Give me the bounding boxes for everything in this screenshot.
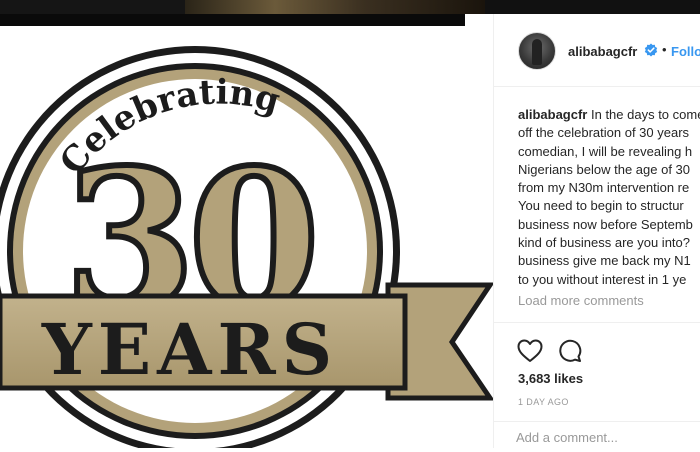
comment-icon[interactable] [558,339,582,363]
post-actions: 3,683 likes 1 DAY AGO [494,322,700,448]
follow-button[interactable]: Follow [671,44,700,59]
caption-line: You need to begin to structur [518,198,684,214]
years-text: YEARS [41,308,338,391]
username-link[interactable]: alibabagcfr [568,44,637,59]
post-image[interactable]: Celebrating 30 YEARS [0,26,493,448]
strip-right [485,0,700,14]
caption-line: from my N30m intervention re [518,180,690,196]
caption-line: business give me back my N1 [518,253,691,269]
caption-line: Nigerians below the age of 30 [518,161,691,177]
anniversary-seal-graphic: Celebrating 30 YEARS [0,46,493,448]
caption-line: comedian, I will be revealing h [518,143,693,159]
verified-badge-icon [644,43,658,57]
heart-icon[interactable] [517,339,543,363]
likes-count[interactable]: 3,683 likes [518,371,583,386]
caption-line: alibabagcfr In the days to come [518,106,700,124]
caption-line: kind of business are you into? [518,235,690,251]
separator-dot: • [662,42,667,57]
strip-middle [185,0,485,14]
post-caption: alibabagcfr In the days to come off the … [518,106,700,289]
add-comment-area [494,421,700,452]
comment-input[interactable] [516,430,696,445]
load-more-comments-link[interactable]: Load more comments [518,293,644,308]
caption-text: In the days to come [590,107,700,122]
post-header: alibabagcfr • Follow [494,14,700,87]
post-sidepanel: alibabagcfr • Follow alibabagcfr In the … [493,14,700,448]
backdrop-band [0,14,465,26]
strip-left [0,0,185,14]
post-timestamp[interactable]: 1 DAY AGO [518,397,569,407]
caption-line: off the celebration of 30 years [518,125,690,141]
caption-line: business now before Septemb [518,216,693,232]
caption-line: to you without interest in 1 ye [518,271,687,287]
caption-author-link[interactable]: alibabagcfr [518,107,587,122]
top-background-strip [0,0,700,14]
avatar[interactable] [518,32,556,70]
